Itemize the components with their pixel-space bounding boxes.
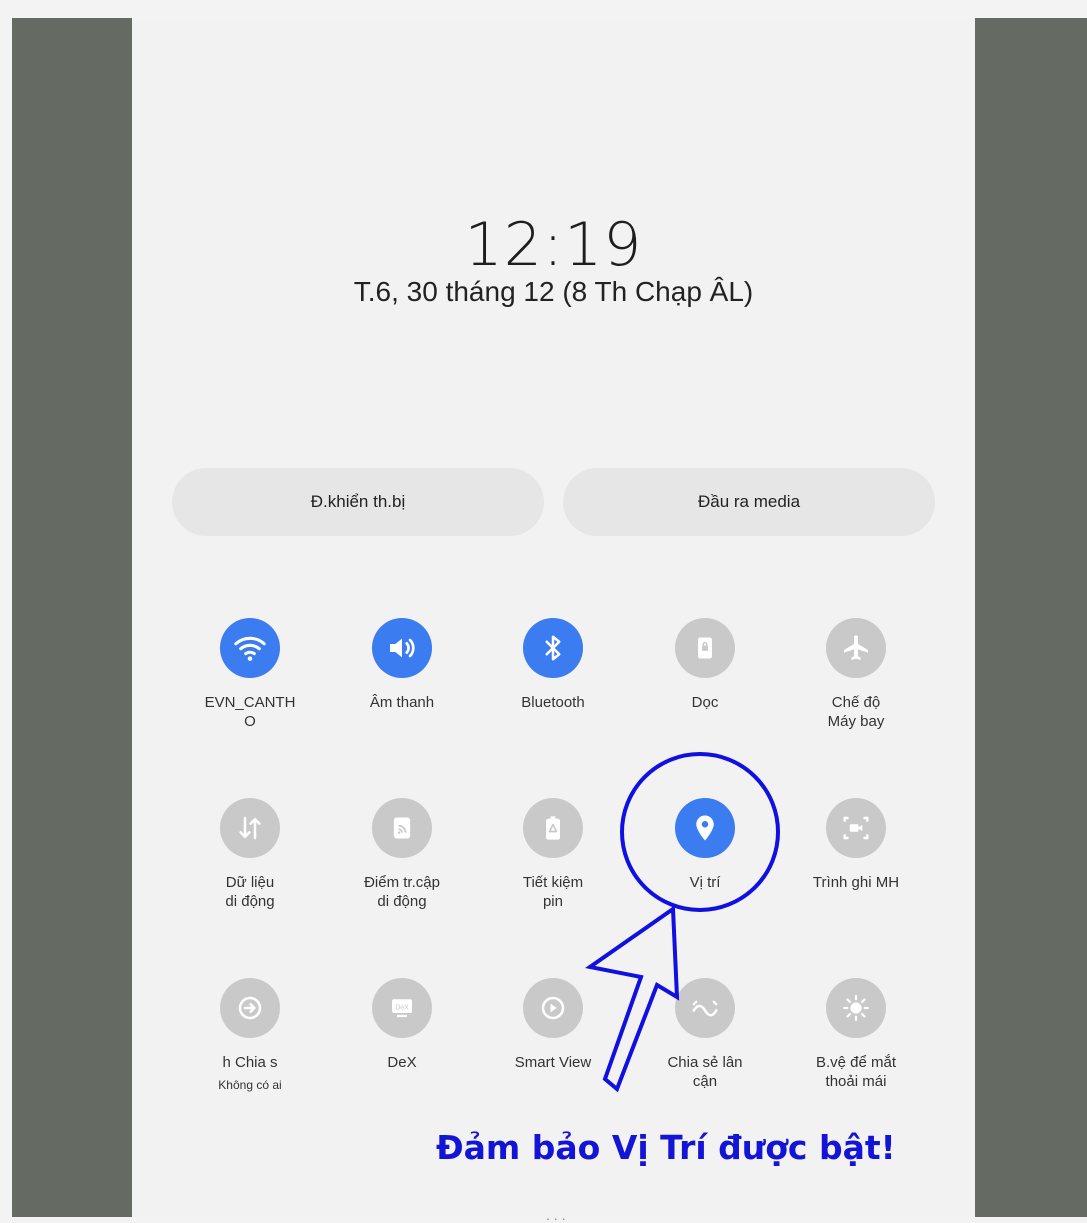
device-control-button[interactable]: Đ.khiển th.bị xyxy=(172,468,544,536)
tile-label: Chế độ Máy bay xyxy=(827,694,885,730)
tile-nearby-share[interactable]: Chia sẻ lân cận xyxy=(640,978,770,1091)
tile-label: B.vệ để mắt thoải mái xyxy=(815,1054,897,1090)
share-icon xyxy=(220,978,280,1038)
tile-smart-view[interactable]: Smart View xyxy=(488,978,618,1072)
speaker-icon xyxy=(372,618,432,678)
tile-label: Vị trí xyxy=(689,874,721,891)
tile-location[interactable]: Vị trí xyxy=(640,798,770,892)
tile-airplane[interactable]: Chế độ Máy bay xyxy=(791,618,921,731)
tile-hotspot[interactable]: Điểm tr.cập di động xyxy=(337,798,467,911)
data-arrows-icon xyxy=(220,798,280,858)
eye-comfort-icon xyxy=(826,978,886,1038)
clock: 12:19 xyxy=(464,210,643,280)
dex-icon: DeX xyxy=(372,978,432,1038)
tile-mobile-data[interactable]: Dữ liệu di động xyxy=(185,798,315,911)
media-output-button[interactable]: Đầu ra media xyxy=(563,468,935,536)
tile-power-saving[interactable]: Tiết kiệm pin xyxy=(488,798,618,911)
wifi-icon xyxy=(220,618,280,678)
tile-label: DeX xyxy=(387,1054,417,1071)
location-pin-icon xyxy=(675,798,735,858)
tile-label: Chia sẻ lân cận xyxy=(667,1054,743,1090)
tile-sound[interactable]: Âm thanh xyxy=(337,618,467,712)
airplane-icon xyxy=(826,618,886,678)
tile-label: h Chia s xyxy=(222,1054,278,1071)
tile-label: Dữ liệu di động xyxy=(225,874,275,910)
tile-bluetooth[interactable]: Bluetooth xyxy=(488,618,618,712)
tile-label: Bluetooth xyxy=(521,694,585,711)
tile-wifi[interactable]: EVN_CANTH O xyxy=(185,618,315,731)
tile-screen-recorder[interactable]: Trình ghi MH xyxy=(791,798,921,892)
tile-label: Âm thanh xyxy=(369,694,435,711)
rotation-lock-icon xyxy=(675,618,735,678)
tile-dex[interactable]: DeX DeX xyxy=(337,978,467,1072)
tile-sublabel: Không có ai xyxy=(218,1078,282,1092)
date: T.6, 30 tháng 12 (8 Th Chạp ÂL) xyxy=(353,276,754,307)
panel-handle[interactable]: ... xyxy=(546,1207,570,1223)
smart-view-icon xyxy=(523,978,583,1038)
nearby-share-icon xyxy=(675,978,735,1038)
hotspot-icon xyxy=(372,798,432,858)
tile-quick-share[interactable]: h Chia s Không có ai xyxy=(185,978,315,1092)
tile-label: Smart View xyxy=(514,1054,592,1071)
tile-eye-comfort[interactable]: B.vệ để mắt thoải mái xyxy=(791,978,921,1091)
tile-label: EVN_CANTH O xyxy=(204,694,296,730)
svg-text:DeX: DeX xyxy=(395,1004,409,1011)
tile-label: Dọc xyxy=(691,694,719,711)
annotation-caption: Đảm bảo Vị Trí được bật! xyxy=(436,1128,896,1167)
notification-panel: 12:19 T.6, 30 tháng 12 (8 Th Chạp ÂL) Đ.… xyxy=(132,18,975,1223)
battery-icon xyxy=(523,798,583,858)
screen-record-icon xyxy=(826,798,886,858)
tile-label: Điểm tr.cập di động xyxy=(364,874,440,910)
tile-label: Trình ghi MH xyxy=(812,874,900,891)
tile-portrait[interactable]: Dọc xyxy=(640,618,770,712)
tile-label: Tiết kiệm pin xyxy=(522,874,584,910)
bluetooth-icon xyxy=(523,618,583,678)
